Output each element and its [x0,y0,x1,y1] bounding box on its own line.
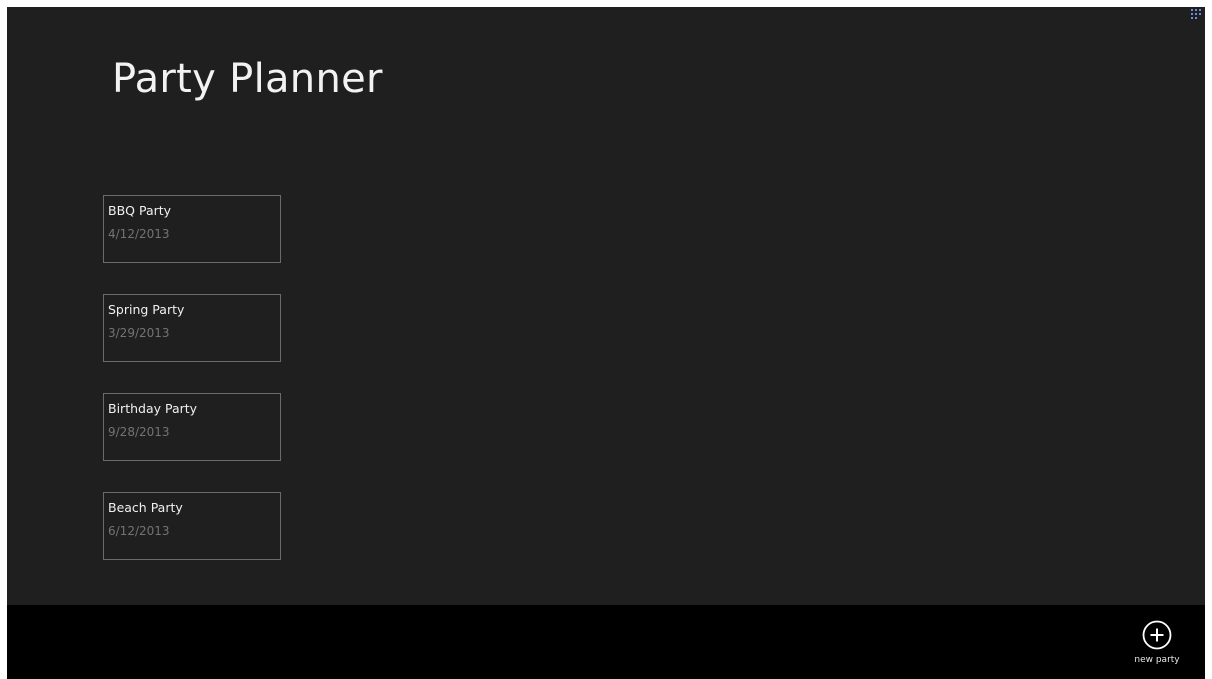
party-list: BBQ Party 4/12/2013 Spring Party 3/29/20… [103,195,283,591]
resize-grip-icon[interactable] [1191,9,1203,19]
grip-dot [1195,17,1197,19]
party-tile-spring[interactable]: Spring Party 3/29/2013 [103,294,281,362]
party-name: Spring Party [108,302,185,317]
grip-dot [1191,13,1193,15]
party-tile-birthday[interactable]: Birthday Party 9/28/2013 [103,393,281,461]
app-window: Party Planner BBQ Party 4/12/2013 Spring… [7,7,1205,679]
app-bar: new party [7,605,1205,679]
plus-circle-icon [1142,620,1172,650]
grip-dot [1199,9,1201,11]
party-date: 3/29/2013 [108,326,170,340]
party-date: 4/12/2013 [108,227,170,241]
grip-dot [1199,13,1201,15]
grip-dot [1191,17,1193,19]
party-name: Birthday Party [108,401,198,416]
grip-dot [1195,9,1197,11]
page-title: Party Planner [112,56,383,102]
new-party-button[interactable]: new party [1127,620,1187,666]
grip-dot [1195,13,1197,15]
party-date: 6/12/2013 [108,524,170,538]
party-tile-beach[interactable]: Beach Party 6/12/2013 [103,492,281,560]
party-date: 9/28/2013 [108,425,170,439]
party-name: Beach Party [108,500,183,515]
new-party-label: new party [1134,655,1180,665]
party-name: BBQ Party [108,203,172,218]
grip-dot [1191,9,1193,11]
party-tile-bbq[interactable]: BBQ Party 4/12/2013 [103,195,281,263]
